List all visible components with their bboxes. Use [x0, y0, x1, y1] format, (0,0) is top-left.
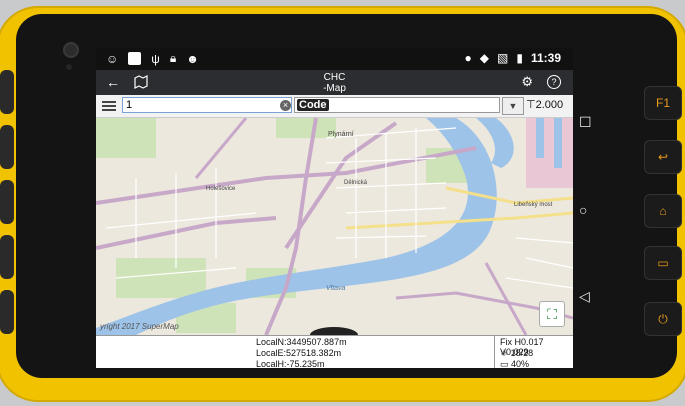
lock-icon: 🔒︎	[169, 51, 177, 65]
sensor	[66, 64, 72, 70]
receiver-battery-icon: ▭	[500, 359, 512, 368]
power-icon: ⏻	[658, 312, 668, 326]
location-icon: ●	[464, 51, 472, 65]
map-watermark: yright 2017 SuperMap	[100, 322, 179, 331]
wifi-icon: ◆	[479, 51, 490, 65]
coordinate-panel: LocalN:3449507.887m LocalE:527518.382m L…	[96, 335, 573, 368]
back-icon[interactable]: ◁	[579, 288, 590, 305]
coord-divider	[494, 336, 495, 368]
gear-icon[interactable]: ⚙	[521, 74, 533, 90]
left-grip-2	[0, 125, 14, 169]
usb-icon: ψ	[151, 51, 160, 66]
point-name-input[interactable]: 1	[122, 97, 292, 113]
hw-home-button[interactable]: ⌂	[644, 194, 682, 228]
svg-text:Plynární: Plynární	[328, 131, 354, 138]
left-grip-4	[0, 235, 14, 279]
code-input[interactable]: Code	[294, 97, 500, 113]
local-h: LocalH:-75.235m	[256, 359, 325, 368]
left-grip-3	[0, 180, 14, 224]
power-button[interactable]: ⏻	[644, 302, 682, 336]
f1-button[interactable]: F1	[644, 86, 682, 120]
receiver-battery: ▭ 40%	[500, 359, 530, 368]
no-sim-icon: ▧	[497, 51, 509, 65]
svg-text:Vltava: Vltava	[326, 285, 346, 292]
battery-icon: ▮	[516, 51, 523, 65]
list-icon[interactable]	[102, 99, 116, 113]
svg-text:Libeňský most: Libeňský most	[514, 202, 553, 208]
antenna-icon: ⊤	[526, 99, 536, 111]
camera	[63, 42, 79, 58]
clear-icon[interactable]: ×	[280, 100, 291, 111]
map-layer-tool-button[interactable]: ⛶	[539, 301, 565, 327]
page-title: CHC -Map	[323, 72, 346, 94]
menu-icon: ▭	[657, 256, 669, 270]
screen: ☺ ψ 🔒︎ ☻ ● ◆ ▧ ▮ 11:39 ← CHC -Map ⚙ ? 1 …	[96, 48, 573, 368]
android-icon: ☻	[186, 51, 199, 66]
local-n: LocalN:3449507.887m	[256, 337, 347, 347]
satellite-icon: ⚛	[500, 348, 511, 358]
recents-icon[interactable]: ☐	[579, 114, 592, 131]
hw-menu-button[interactable]: ▭	[644, 246, 682, 280]
map-view[interactable]: Plynární Dělnická Libeňský most Vltava H…	[96, 118, 573, 335]
android-nav-bar: ☐ ○ ◁	[573, 48, 603, 368]
antenna-height[interactable]: ⊤2.000	[526, 98, 563, 111]
square-icon	[128, 52, 142, 65]
svg-text:Holešovice: Holešovice	[206, 186, 236, 192]
left-grip-5	[0, 290, 14, 334]
satellite-count: ⚛ 18/28	[500, 348, 534, 358]
code-value: Code	[297, 99, 329, 111]
map-canvas: Plynární Dělnická Libeňský most Vltava H…	[96, 118, 573, 335]
home-icon[interactable]: ○	[579, 202, 587, 218]
hw-back-button[interactable]: ↩	[644, 140, 682, 174]
clock: 11:39	[530, 51, 561, 65]
app-bar: ← CHC -Map ⚙ ?	[96, 70, 573, 95]
svg-text:Dělnická: Dělnická	[344, 180, 368, 186]
notification-icon: ☺	[106, 51, 119, 66]
help-icon[interactable]: ?	[547, 75, 561, 89]
code-dropdown-button[interactable]: ▼	[502, 97, 524, 115]
left-grip-1	[0, 70, 14, 114]
local-e: LocalE:527518.382m	[256, 348, 342, 358]
status-bar: ☺ ψ 🔒︎ ☻ ● ◆ ▧ ▮ 11:39	[96, 48, 573, 70]
return-icon: ↩	[657, 150, 669, 164]
toolbar: 1 × Code ▼ ⊤2.000	[96, 95, 573, 118]
house-icon: ⌂	[659, 204, 667, 218]
